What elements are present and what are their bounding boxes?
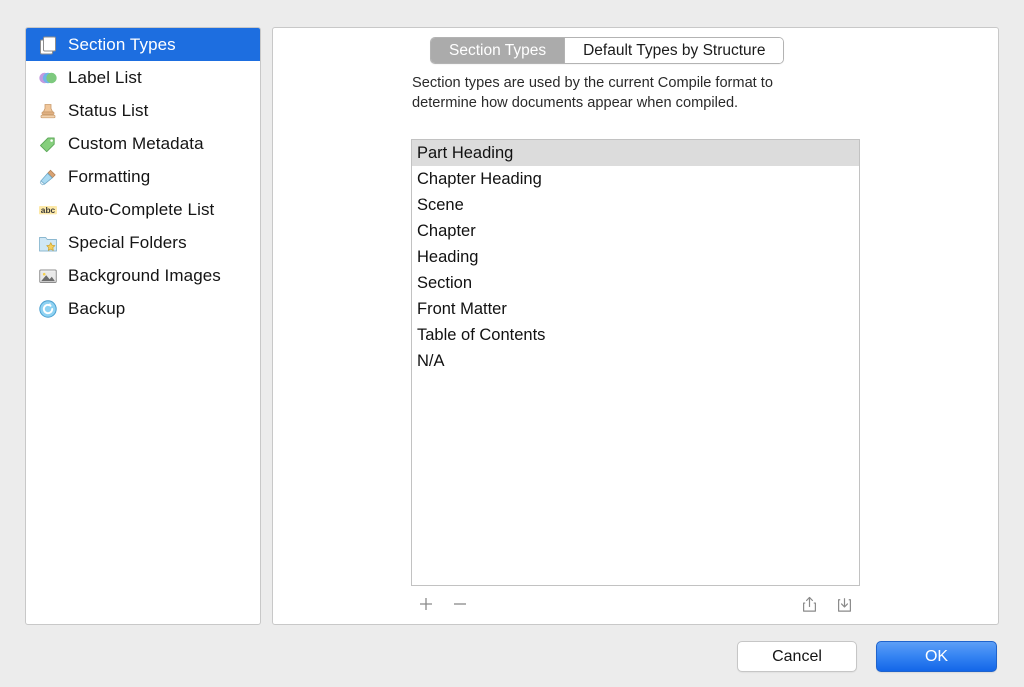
folder-star-icon: [37, 232, 59, 254]
list-item[interactable]: Scene: [412, 192, 859, 218]
rubber-stamp-icon: [37, 100, 59, 122]
picture-icon: [37, 265, 59, 287]
sidebar-item-label: Section Types: [68, 34, 176, 54]
sidebar-item-custom-metadata[interactable]: Custom Metadata: [26, 127, 260, 160]
list-item[interactable]: Front Matter: [412, 296, 859, 322]
remove-section-type-button[interactable]: [447, 591, 473, 617]
sidebar-item-formatting[interactable]: Formatting: [26, 160, 260, 193]
import-section-types-button[interactable]: [831, 591, 857, 617]
svg-text:abc: abc: [41, 205, 56, 215]
sidebar-item-label: Backup: [68, 298, 126, 318]
sidebar-item-status-list[interactable]: Status List: [26, 94, 260, 127]
list-toolbar: [411, 591, 860, 617]
section-types-list[interactable]: Part Heading Chapter Heading Scene Chapt…: [411, 139, 860, 586]
circular-arrow-icon: [37, 298, 59, 320]
cancel-button[interactable]: Cancel: [737, 641, 857, 672]
sidebar-item-label: Status List: [68, 100, 149, 120]
share-icon: [802, 596, 816, 612]
sidebar-item-label: Special Folders: [68, 232, 187, 252]
sidebar-item-section-types[interactable]: Section Types: [26, 28, 260, 61]
panel-description: Section types are used by the current Co…: [412, 75, 773, 111]
sidebar-item-label: Label List: [68, 67, 142, 87]
list-item[interactable]: Heading: [412, 244, 859, 270]
list-item[interactable]: N/A: [412, 348, 859, 374]
sidebar-item-label: Formatting: [68, 166, 151, 186]
list-item[interactable]: Chapter Heading: [412, 166, 859, 192]
sidebar-item-background-images[interactable]: Background Images: [26, 259, 260, 292]
list-item[interactable]: Section: [412, 270, 859, 296]
abc-text-icon: abc: [37, 199, 59, 221]
view-mode-segmented-control[interactable]: Section Types Default Types by Structure: [430, 37, 785, 64]
plus-icon: [420, 598, 432, 610]
list-item[interactable]: Table of Contents: [412, 322, 859, 348]
add-section-type-button[interactable]: [413, 591, 439, 617]
tab-section-types[interactable]: Section Types: [431, 38, 565, 63]
sidebar-item-label: Custom Metadata: [68, 133, 204, 153]
list-item[interactable]: Chapter: [412, 218, 859, 244]
minus-icon: [454, 603, 466, 605]
sidebar-item-label-list[interactable]: Label List: [26, 61, 260, 94]
sidebar-item-special-folders[interactable]: Special Folders: [26, 226, 260, 259]
list-item[interactable]: Part Heading: [412, 140, 859, 166]
sidebar-item-auto-complete-list[interactable]: abc Auto-Complete List: [26, 193, 260, 226]
color-circles-icon: [37, 67, 59, 89]
sidebar-item-label: Background Images: [68, 265, 221, 285]
sidebar-item-label: Auto-Complete List: [68, 199, 215, 219]
settings-detail-panel: Section Types Default Types by Structure…: [272, 27, 999, 625]
green-tag-icon: [37, 133, 59, 155]
paintbrush-icon: [37, 166, 59, 188]
ok-button[interactable]: OK: [876, 641, 997, 672]
documents-icon: [37, 34, 59, 56]
tab-default-types-by-structure[interactable]: Default Types by Structure: [564, 38, 784, 63]
import-icon: [837, 597, 851, 612]
sidebar-item-backup[interactable]: Backup: [26, 292, 260, 325]
export-section-types-button[interactable]: [796, 591, 822, 617]
settings-sidebar: Section Types Label List Status List Cus…: [25, 27, 261, 625]
